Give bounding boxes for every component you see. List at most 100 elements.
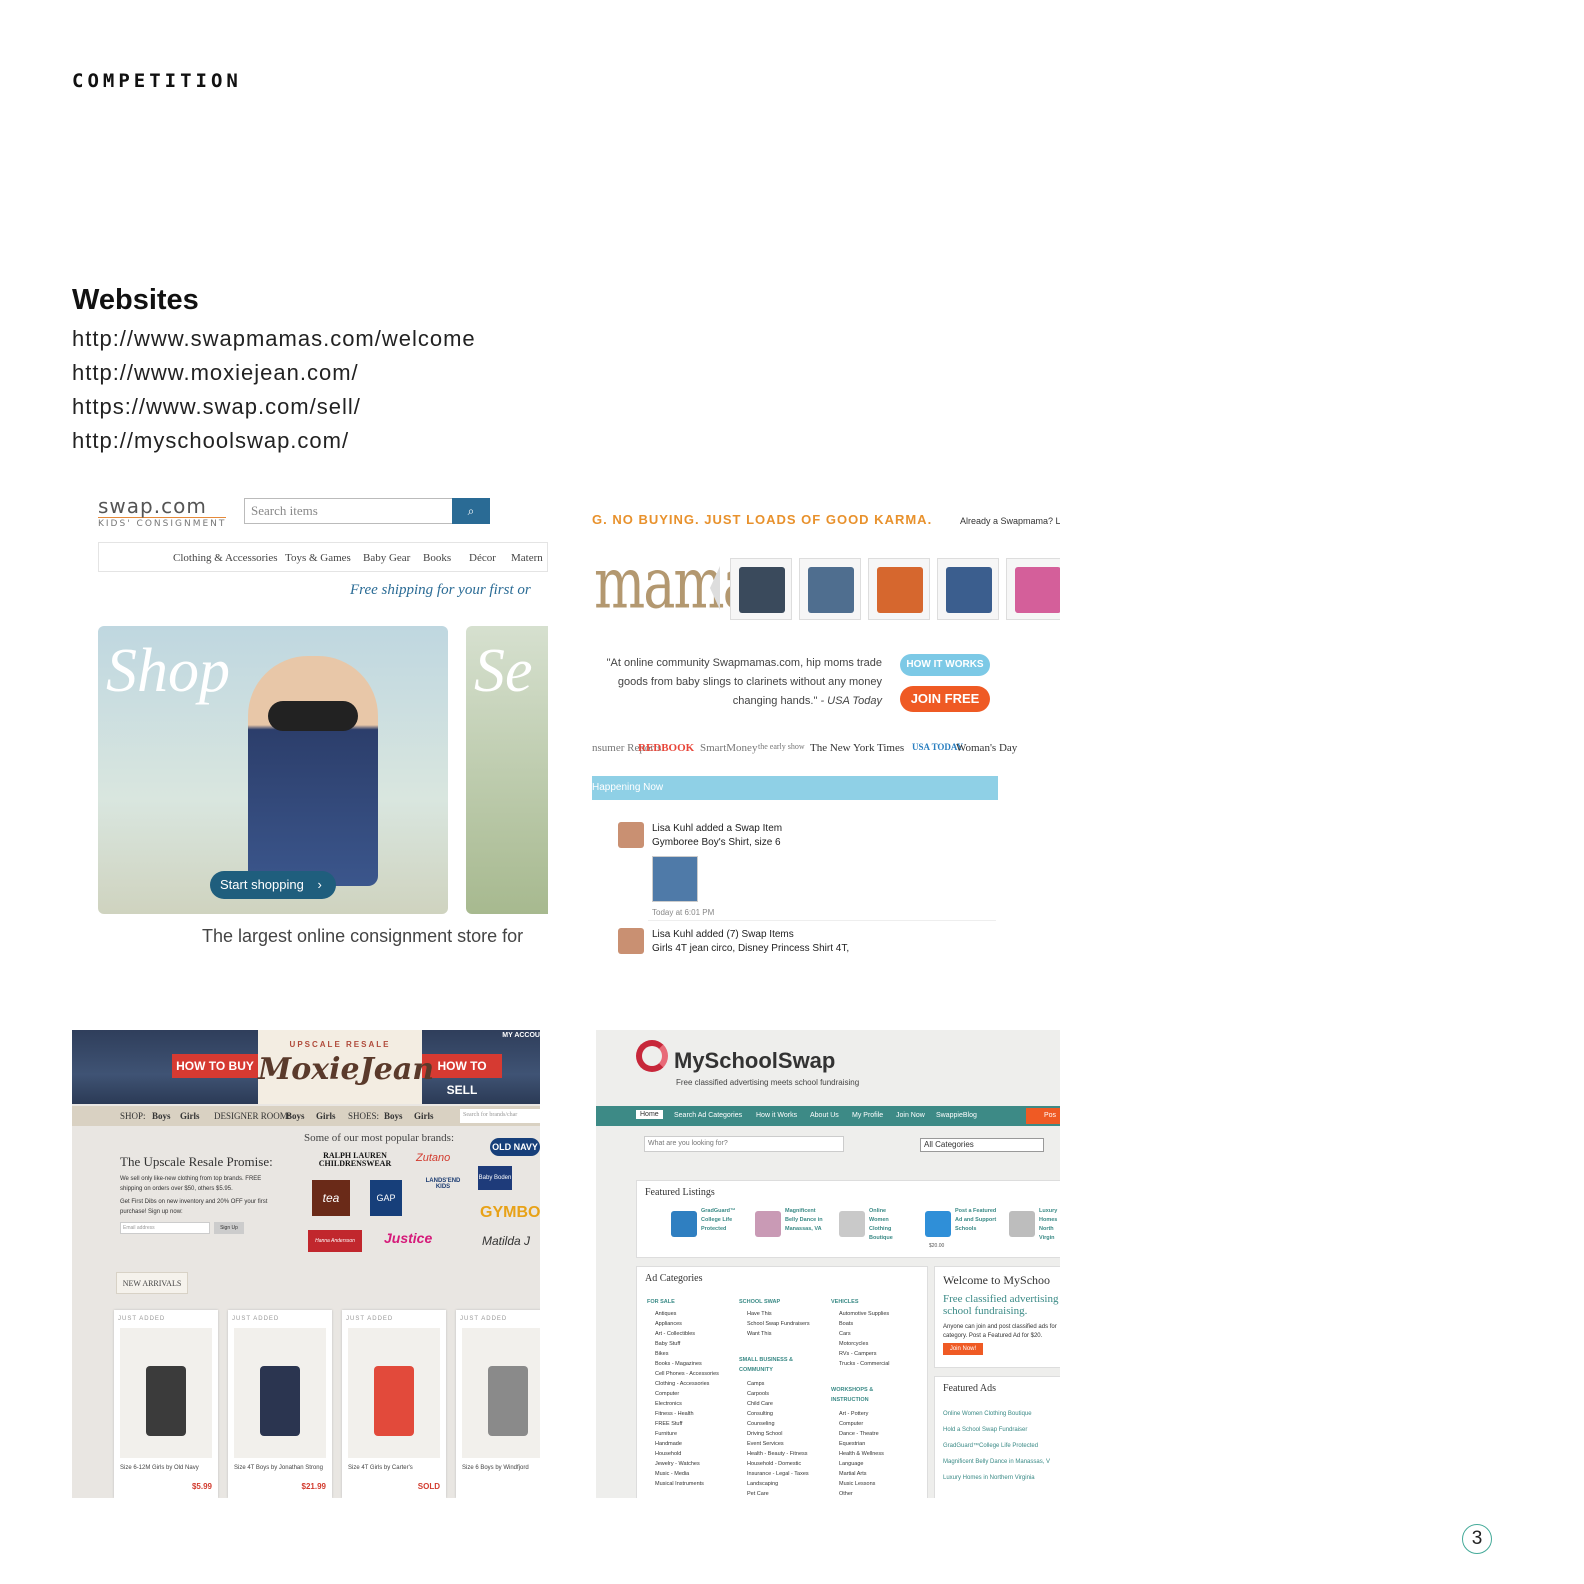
brand-logo[interactable]: LANDS'END KIDS — [420, 1178, 466, 1190]
category-link[interactable]: Event Services — [747, 1439, 809, 1449]
category-link[interactable]: Musical Instruments — [655, 1479, 719, 1489]
category-link[interactable]: Books - Magazines — [655, 1359, 719, 1369]
category-list[interactable]: Antiques Appliances Art - Collectibles Baby… — [655, 1309, 719, 1489]
swap-nav-item[interactable]: Matern — [511, 552, 543, 564]
carousel-prev-icon[interactable] — [710, 566, 720, 610]
category-link[interactable]: Bikes — [655, 1349, 719, 1359]
join-free-button[interactable]: JOIN FREE — [900, 686, 990, 712]
my-account-link[interactable]: MY ACCOU — [502, 1032, 540, 1039]
url-moxiejean[interactable]: http://www.moxiejean.com/ — [72, 356, 476, 390]
category-link[interactable]: Carpools — [747, 1389, 809, 1399]
category-link[interactable]: Cars — [839, 1329, 890, 1339]
brand-logo[interactable]: Matilda J — [482, 1234, 530, 1248]
category-list[interactable]: Automotive Supplies Boats Cars Motorcycles R… — [839, 1309, 890, 1369]
swap-item-thumb[interactable] — [937, 558, 999, 620]
category-link[interactable]: Have This — [747, 1309, 810, 1319]
moxie-search-input[interactable]: Search for brands/char — [460, 1109, 540, 1123]
featured-listing[interactable]: Post a Featured Ad and Support Schools — [925, 1207, 1011, 1247]
category-select[interactable]: All Categories — [920, 1138, 1044, 1152]
featured-ad-link[interactable]: Online Women Clothing Boutique — [943, 1411, 1032, 1417]
email-field[interactable]: Email address — [120, 1222, 210, 1234]
category-link[interactable]: Baby Stuff — [655, 1339, 719, 1349]
category-link[interactable]: Martial Arts — [839, 1469, 884, 1479]
category-link[interactable]: Jewelry - Watches — [655, 1459, 719, 1469]
nav-home[interactable]: Home — [636, 1110, 663, 1119]
swap-item-thumb[interactable] — [730, 558, 792, 620]
category-link[interactable]: Consulting — [747, 1409, 809, 1419]
brand-logo[interactable]: Hanna Andersson — [308, 1230, 362, 1252]
nav-item[interactable]: How it Works — [756, 1112, 797, 1119]
nav-item[interactable]: My Profile — [852, 1112, 883, 1119]
category-link[interactable]: Art - Pottery — [839, 1409, 884, 1419]
avatar[interactable] — [618, 822, 644, 848]
new-arrivals-tab[interactable]: NEW ARRIVALS — [116, 1272, 188, 1294]
myschoolswap-logo[interactable]: MySchoolSwap — [674, 1048, 835, 1074]
swap-logo[interactable]: swap.com KIDS' CONSIGNMENT — [98, 494, 227, 529]
category-link[interactable]: Trucks - Commercial — [839, 1359, 890, 1369]
nav-item[interactable]: Girls — [414, 1111, 434, 1121]
nav-item[interactable]: About Us — [810, 1112, 839, 1119]
category-link[interactable]: Handmade — [655, 1439, 719, 1449]
how-to-buy-ribbon[interactable]: HOW TO BUY — [172, 1054, 258, 1078]
brand-logo[interactable]: Zutano — [416, 1152, 450, 1164]
category-link[interactable]: Camps — [747, 1379, 809, 1389]
featured-ad-link[interactable]: Hold a School Swap Fundraiser — [943, 1427, 1027, 1433]
swap-search-button[interactable]: ⌕ — [452, 498, 490, 524]
category-link[interactable]: Household - Domestic — [747, 1459, 809, 1469]
nav-item[interactable]: Boys — [384, 1111, 403, 1121]
category-link[interactable]: Music - Media — [655, 1469, 719, 1479]
category-link[interactable]: Counseling — [747, 1419, 809, 1429]
product-card[interactable]: JUST ADDED Size 4T Boys by Jonathan Stro… — [228, 1310, 332, 1498]
swap-nav-item[interactable]: Toys & Games — [285, 552, 351, 564]
featured-listing[interactable]: Online Women Clothing Boutique — [839, 1207, 925, 1247]
category-link[interactable]: Health & Wellness — [839, 1449, 884, 1459]
post-ad-button[interactable]: Pos — [1026, 1108, 1060, 1124]
brand-logo[interactable]: GYMBORE — [480, 1204, 540, 1222]
nav-item[interactable]: Search Ad Categories — [674, 1112, 742, 1119]
category-link[interactable]: Furniture — [655, 1429, 719, 1439]
category-link[interactable]: Dance - Theatre — [839, 1429, 884, 1439]
category-link[interactable]: Automotive Supplies — [839, 1309, 890, 1319]
category-link[interactable]: Clothing - Accessories — [655, 1379, 719, 1389]
nav-item[interactable]: SwappieBlog — [936, 1112, 977, 1119]
nav-item[interactable]: Girls — [316, 1111, 336, 1121]
how-it-works-button[interactable]: HOW IT WORKS — [900, 654, 990, 676]
category-link[interactable]: Pet Care — [747, 1489, 809, 1498]
product-card[interactable]: JUST ADDED Size 4T Girls by Carter's SOL… — [342, 1310, 446, 1498]
moxiejean-logo[interactable]: UPSCALE RESALE MoxieJean — [258, 1030, 434, 1104]
search-input[interactable]: What are you looking for? — [644, 1136, 844, 1152]
url-swapmamas[interactable]: http://www.swapmamas.com/welcome — [72, 322, 476, 356]
featured-ad-link[interactable]: Magnificent Belly Dance in Manassas, V — [943, 1459, 1050, 1465]
category-link[interactable]: Fitness - Health — [655, 1409, 719, 1419]
brand-logo[interactable]: Justice — [384, 1230, 432, 1246]
category-link[interactable]: Art - Collectibles — [655, 1329, 719, 1339]
swap-nav-item[interactable]: Clothing & Accessories — [173, 552, 278, 564]
category-link[interactable]: Computer — [839, 1419, 884, 1429]
brand-logo[interactable]: RALPH LAUREN CHILDRENSWEAR — [314, 1152, 396, 1168]
category-link[interactable]: Cell Phones - Accessories — [655, 1369, 719, 1379]
category-link[interactable]: Child Care — [747, 1399, 809, 1409]
category-link[interactable]: Language — [839, 1459, 884, 1469]
category-link[interactable]: Want This — [747, 1329, 810, 1339]
category-link[interactable]: Equestrian — [839, 1439, 884, 1449]
swap-item-thumb[interactable] — [1006, 558, 1060, 620]
category-link[interactable]: Health - Beauty - Fitness — [747, 1449, 809, 1459]
swap-search-input[interactable]: Search items — [244, 498, 454, 524]
featured-ad-link[interactable]: GradGuard™College Life Protected — [943, 1443, 1038, 1449]
swap-hero-banner[interactable]: Shop Start shopping › — [98, 626, 448, 914]
category-link[interactable]: Computer — [655, 1389, 719, 1399]
product-card[interactable]: JUST ADDED Size 6-12M Girls by Old Navy … — [114, 1310, 218, 1498]
avatar[interactable] — [618, 928, 644, 954]
start-shopping-button[interactable]: Start shopping › — [210, 871, 336, 899]
shirt-thumbnail[interactable] — [652, 856, 698, 902]
url-swap[interactable]: https://www.swap.com/sell/ — [72, 390, 476, 424]
url-myschoolswap[interactable]: http://myschoolswap.com/ — [72, 424, 476, 458]
swap-nav-item[interactable]: Décor — [469, 552, 496, 564]
category-link[interactable]: RVs - Campers — [839, 1349, 890, 1359]
swapmamas-login-prompt[interactable]: Already a Swapmama? Lo — [960, 516, 1060, 526]
how-to-sell-ribbon[interactable]: HOW TO SELL — [422, 1054, 502, 1097]
category-link[interactable]: Other — [839, 1489, 884, 1498]
sign-up-button[interactable]: Sign Up — [214, 1222, 244, 1234]
category-link[interactable]: Electronics — [655, 1399, 719, 1409]
category-link[interactable]: Driving School — [747, 1429, 809, 1439]
